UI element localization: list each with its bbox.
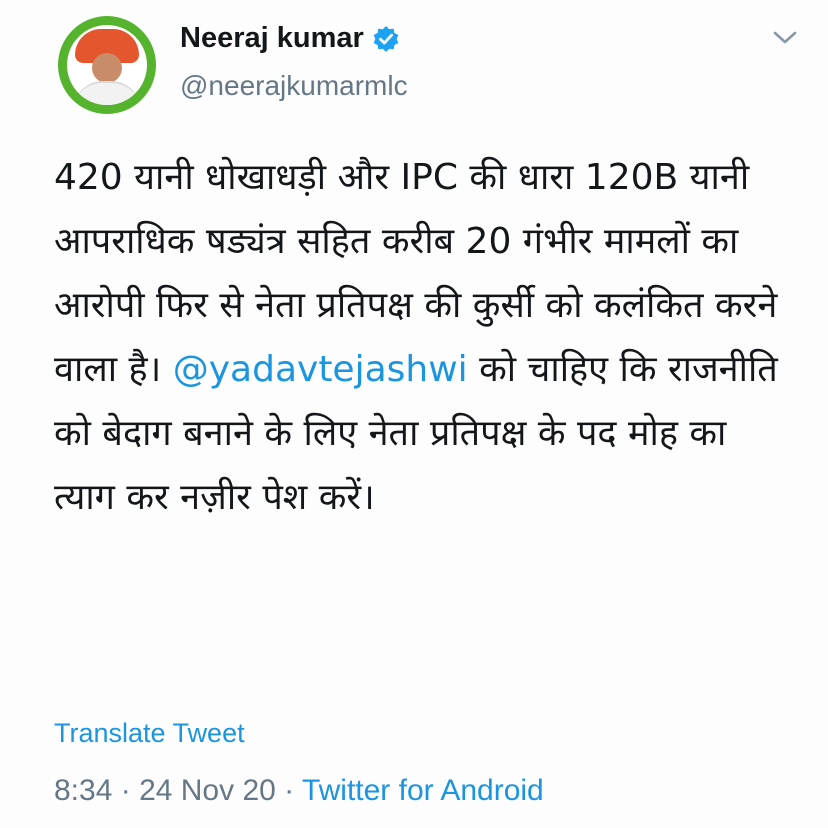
translate-tweet-link[interactable]: Translate Tweet	[54, 718, 245, 749]
tweet-card: Neeraj kumar @neerajkumarmlc 420 यानी धो…	[0, 0, 828, 828]
avatar-photo	[67, 25, 147, 105]
avatar[interactable]	[58, 16, 156, 114]
tweet-date[interactable]: 24 Nov 20	[139, 774, 276, 807]
tweet-text: 420 यानी धोखाधड़ी और IPC की धारा 120B या…	[54, 146, 794, 530]
author-handle[interactable]: @neerajkumarmlc	[180, 70, 408, 102]
avatar-face	[92, 53, 122, 83]
tweet-source-link[interactable]: Twitter for Android	[302, 774, 544, 807]
meta-separator: ·	[112, 774, 140, 807]
author-name-row: Neeraj kumar	[180, 22, 400, 55]
author-display-name[interactable]: Neeraj kumar	[180, 22, 364, 55]
mention-link[interactable]: @yadavtejashwi	[173, 349, 468, 390]
meta-separator: ·	[275, 774, 302, 807]
chevron-down-icon[interactable]	[770, 26, 800, 48]
verified-badge-icon	[372, 25, 400, 53]
tweet-metadata: 8:34 · 24 Nov 20 · Twitter for Android	[54, 774, 544, 808]
tweet-time[interactable]: 8:34	[54, 774, 112, 807]
avatar-shirt	[73, 81, 141, 105]
